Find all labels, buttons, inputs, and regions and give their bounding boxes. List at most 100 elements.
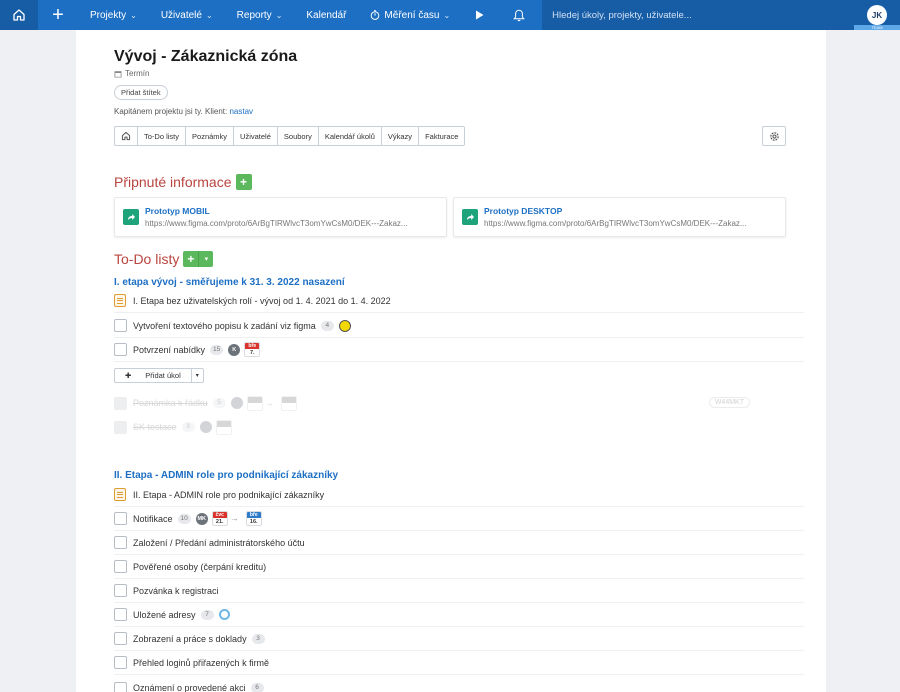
tab-todo-lists[interactable]: To-Do listy <box>137 127 185 145</box>
task-checkbox[interactable] <box>114 632 127 645</box>
tab-reports[interactable]: Výkazy <box>380 127 418 145</box>
comment-count: 4 <box>320 320 334 331</box>
list-note[interactable]: I. Etapa bez uživatelských rolí - vývoj … <box>114 289 804 313</box>
global-search <box>542 0 863 30</box>
tab-task-calendar[interactable]: Kalendář úkolů <box>317 127 381 145</box>
comment-count: 5 <box>212 398 226 408</box>
top-navigation-bar: + Projekty ⌄ Uživatelé ⌄ Reporty ⌄ Kalendář… <box>0 0 900 30</box>
pinned-card[interactable]: Prototyp DESKTOP https://www.figma.com/p… <box>453 197 786 237</box>
note-icon <box>114 294 126 307</box>
task-checkbox[interactable] <box>114 420 127 434</box>
gear-icon <box>769 131 779 141</box>
nav-mereni-casu[interactable]: Měření času ⌄ <box>358 0 462 30</box>
completed-task-row[interactable]: SK testace 3 <box>114 415 804 439</box>
task-checkbox[interactable] <box>114 656 127 669</box>
pinned-title[interactable]: Prototyp DESKTOP <box>484 206 780 216</box>
assignee-avatar: K <box>228 343 241 356</box>
task-row[interactable]: Zobrazení a práce s doklady 3 <box>114 627 804 651</box>
add-tag-button[interactable]: Přidat štítek <box>114 85 168 100</box>
bell-icon <box>513 9 525 21</box>
task-row[interactable]: Oznámení o provedené akci 6 <box>114 676 804 692</box>
start-date-badge <box>246 395 263 411</box>
task-row[interactable]: Uložené adresy 7 <box>114 603 804 627</box>
nav-kalendar[interactable]: Kalendář <box>294 0 358 30</box>
plus-icon: + <box>240 175 248 189</box>
pinned-heading: Připnuté informace + <box>114 174 252 190</box>
todo-list-title[interactable]: I. etapa vývoj - směřujeme k 31. 3. 2022… <box>114 277 345 288</box>
pinned-title[interactable]: Prototyp MOBIL <box>145 206 441 216</box>
tab-users[interactable]: Uživatelé <box>233 127 277 145</box>
task-checkbox[interactable] <box>114 512 127 525</box>
comment-count: 3 <box>251 633 265 644</box>
tab-notes[interactable]: Poznámky <box>185 127 233 145</box>
user-avatar-icon <box>199 421 212 433</box>
plus-icon: ✚ <box>125 371 132 380</box>
share-link-icon <box>123 209 139 225</box>
task-checkbox[interactable] <box>114 536 127 549</box>
tab-invoicing[interactable]: Fakturace <box>418 127 464 145</box>
tab-files[interactable]: Soubory <box>276 127 318 145</box>
home-icon <box>13 9 25 21</box>
nav-reporty[interactable]: Reporty ⌄ <box>225 0 295 30</box>
list-note[interactable]: II. Etapa - ADMIN role pro podnikající z… <box>114 483 804 507</box>
add-task-button[interactable]: ✚ Přidat úkol ▾ <box>114 368 204 383</box>
page-title: Vývoj - Zákaznická zóna <box>114 48 298 65</box>
caret-down-icon[interactable]: ▾ <box>199 251 214 267</box>
pinned-card[interactable]: Prototyp MOBIL https://www.figma.com/pro… <box>114 197 447 237</box>
comment-count: 6 <box>250 683 264 692</box>
todo-heading: To-Do listy + ▾ <box>114 251 214 267</box>
task-row[interactable]: Pověřené osoby (čerpání kreditu) <box>114 555 804 579</box>
task-row[interactable]: Založení / Předání administrátorského úč… <box>114 531 804 555</box>
set-client-link[interactable]: nastav <box>229 107 253 116</box>
task-checkbox[interactable] <box>114 608 127 621</box>
chevron-down-icon: ⌄ <box>443 10 451 20</box>
search-input[interactable] <box>552 9 853 21</box>
add-todo-list-button[interactable]: + ▾ <box>183 251 214 267</box>
create-new-button[interactable]: + <box>38 0 78 30</box>
avatar: JK <box>867 5 887 25</box>
tab-home[interactable] <box>115 127 137 145</box>
task-row[interactable]: Notifikace 10 MK čvc 21. → bře 16. <box>114 507 804 531</box>
calendar-icon <box>114 70 122 77</box>
task-checkbox[interactable] <box>114 584 127 597</box>
user-avatar-icon <box>230 397 243 409</box>
user-menu[interactable]: JK TEAM <box>854 0 900 30</box>
comment-count: 10 <box>177 513 191 524</box>
project-panel: Vývoj - Zákaznická zóna Termín Přidat št… <box>76 30 826 692</box>
home-button[interactable] <box>0 0 38 30</box>
due-date-badge: bře 7. <box>244 342 261 357</box>
todo-list-title[interactable]: II. Etapa - ADMIN role pro podnikající z… <box>114 470 338 481</box>
team-badge: TEAM <box>854 25 900 30</box>
start-timer-button[interactable] <box>462 10 496 20</box>
task-code-badge[interactable]: W44MKT <box>708 397 750 408</box>
task-checkbox[interactable] <box>114 396 127 410</box>
pinned-url: https://www.figma.com/proto/6ArBgTIRWlvc… <box>145 219 408 228</box>
due-date-badge <box>280 395 297 411</box>
plus-icon: + <box>183 251 200 267</box>
task-row[interactable]: Potvrzení nabídky 15 K bře 7. <box>114 338 804 362</box>
comment-count: 3 <box>181 422 195 432</box>
caret-down-icon[interactable]: ▾ <box>190 369 203 382</box>
task-row[interactable]: Přehled loginů přiřazených k firmě <box>114 651 804 675</box>
project-settings-button[interactable] <box>762 126 786 146</box>
user-avatar-icon <box>338 319 351 332</box>
project-tabs: To-Do listy Poznámky Uživatelé Soubory K… <box>114 126 466 146</box>
add-pinned-button[interactable]: + <box>235 174 252 190</box>
due-date-badge <box>215 419 232 435</box>
task-checkbox[interactable] <box>114 560 127 573</box>
home-icon <box>121 131 131 141</box>
task-checkbox[interactable] <box>114 319 127 332</box>
progress-ring-icon <box>218 609 230 620</box>
nav-projekty[interactable]: Projekty ⌄ <box>78 0 149 30</box>
notifications-button[interactable] <box>496 9 542 22</box>
comment-count: 7 <box>200 609 214 620</box>
task-row[interactable]: Vytvoření textového popisu k zadání viz … <box>114 314 804 338</box>
task-checkbox[interactable] <box>114 681 127 692</box>
nav-uzivatele[interactable]: Uživatelé ⌄ <box>149 0 225 30</box>
task-checkbox[interactable] <box>114 343 127 356</box>
chevron-down-icon: ⌄ <box>205 10 213 20</box>
deadline-row[interactable]: Termín <box>114 69 149 78</box>
chevron-down-icon: ⌄ <box>130 10 137 20</box>
completed-task-row[interactable]: Poznámka k řádku 5 → <box>114 391 804 415</box>
task-row[interactable]: Pozvánka k registraci <box>114 579 804 603</box>
